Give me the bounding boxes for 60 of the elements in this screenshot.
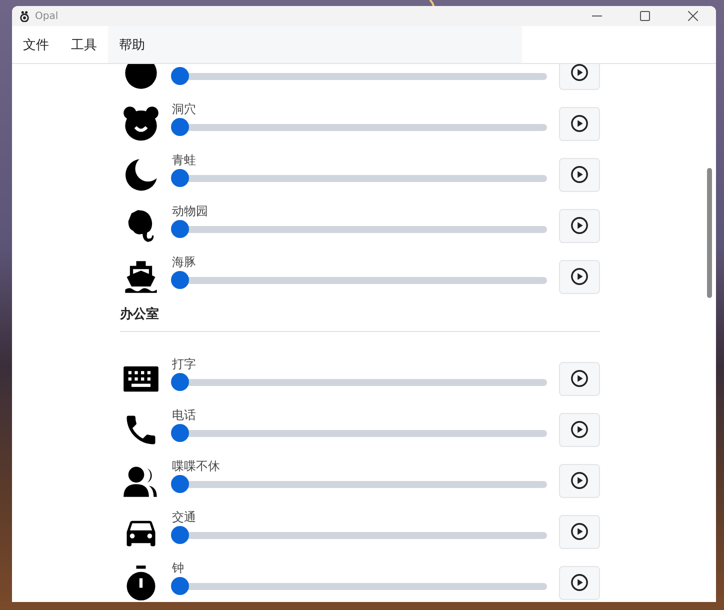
scroll-thumb[interactable] [707,168,712,298]
sound-label: 喋喋不休 [172,458,221,475]
play-button[interactable] [559,158,600,192]
play-button[interactable] [559,566,600,600]
volume-slider[interactable] [171,169,547,187]
play-button[interactable] [559,106,600,140]
slider-thumb[interactable] [171,373,189,391]
volume-slider[interactable] [171,118,547,136]
slider-thumb[interactable] [171,67,189,85]
play-button[interactable] [559,260,600,294]
volume-slider[interactable] [171,220,547,238]
play-icon [570,471,589,490]
volume-slider[interactable] [171,475,547,493]
play-icon [570,114,589,133]
menu-item[interactable]: 工具 [60,26,108,63]
sound-label: 洞穴 [172,101,197,118]
slider-thumb[interactable] [171,526,189,544]
volume-slider[interactable] [171,67,547,85]
slider-thumb[interactable] [171,475,189,493]
sound-label: 钟 [172,560,185,577]
play-button[interactable] [559,362,600,396]
play-icon [570,420,589,439]
section-title: 办公室 [120,307,159,322]
slider-thumb[interactable] [171,577,189,595]
sound-label: 海豚 [172,254,197,271]
slider-thumb[interactable] [171,118,189,136]
play-button[interactable] [559,464,600,498]
play-button[interactable] [559,208,600,242]
play-button[interactable] [559,412,600,446]
blob-icon [122,64,160,92]
volume-slider[interactable] [171,271,547,289]
volume-slider[interactable] [171,526,547,544]
bear-icon [122,104,160,142]
close-icon[interactable] [688,11,698,21]
play-button[interactable] [559,64,600,90]
window-title: Opal [35,10,58,22]
slider-thumb[interactable] [171,220,189,238]
play-icon [570,522,589,541]
sound-label: 动物园 [172,203,209,220]
sound-label: 青蛙 [172,152,197,169]
play-icon [570,64,589,82]
slider-thumb[interactable] [171,169,189,187]
menu-item[interactable]: 帮助 [108,26,522,63]
play-button[interactable] [559,514,600,548]
play-icon [570,573,589,592]
sound-label: 交通 [172,509,197,526]
app-icon [19,10,30,22]
play-icon [570,216,589,235]
play-icon [570,165,589,184]
slider-thumb[interactable] [171,271,189,289]
slider-thumb[interactable] [171,424,189,442]
sound-label: 打字 [172,356,197,373]
volume-slider[interactable] [171,424,547,442]
menu-item[interactable]: 文件 [12,26,60,63]
volume-slider[interactable] [171,577,547,595]
play-icon [570,267,589,286]
sound-label: 电话 [172,407,197,424]
volume-slider[interactable] [171,373,547,391]
maximize-icon[interactable] [640,11,650,21]
play-icon [570,369,589,388]
